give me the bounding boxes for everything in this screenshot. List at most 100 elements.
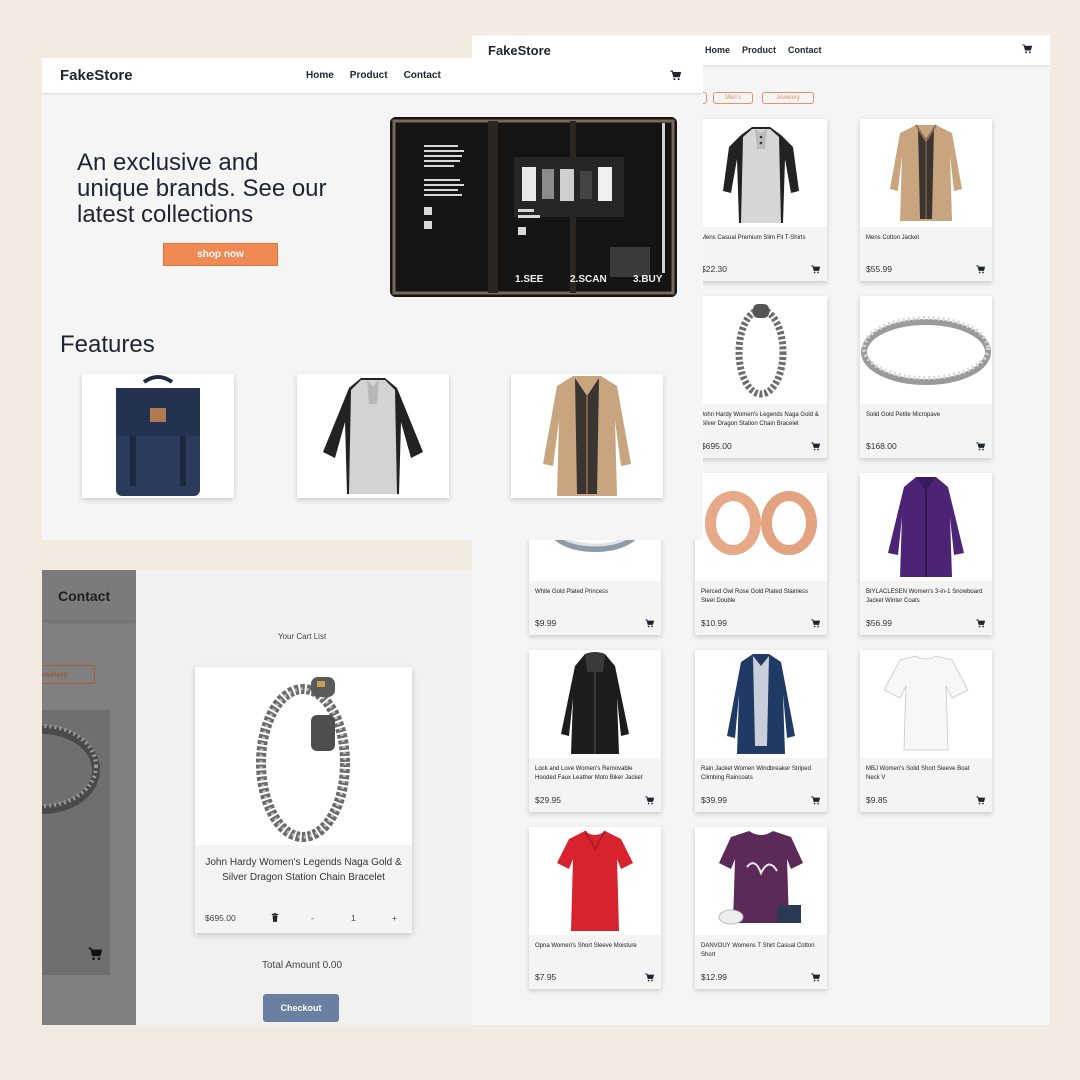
product-title: White Gold Plated Princess (535, 589, 609, 595)
cart-icon[interactable] (88, 947, 102, 961)
product-title: John Hardy Women's Legends Naga Gold & S… (701, 412, 819, 427)
product-image (860, 296, 992, 404)
filter-jewelery[interactable]: Jewelery (762, 92, 814, 104)
product-price: $22.30 (701, 264, 727, 274)
cart-icon[interactable] (976, 796, 985, 805)
product-image (695, 827, 827, 935)
product-price: $168.00 (866, 441, 897, 451)
product-price: $9.99 (535, 618, 557, 628)
product-image (860, 473, 992, 581)
increase-quantity-button[interactable]: + (392, 913, 397, 923)
product-card[interactable]: Solid Gold Petite Micropave $168.00 (860, 296, 992, 458)
product-card[interactable]: Rain Jacket Women Windbreaker Striped Cl… (695, 650, 827, 812)
cart-icon[interactable] (811, 442, 820, 451)
filter-mens[interactable]: Men's (713, 92, 753, 104)
home-page: FakeStore Home Product Contact An exclus… (42, 58, 703, 540)
product-price: $39.99 (701, 795, 727, 805)
cart-icon[interactable] (645, 973, 654, 982)
cart-icon[interactable] (811, 796, 820, 805)
product-image (695, 119, 827, 227)
cart-icon[interactable] (645, 619, 654, 628)
product-card[interactable]: Lock and Love Women's Removable Hooded F… (529, 650, 661, 812)
cart-icon[interactable] (1022, 44, 1032, 54)
hero-headline: An exclusive and unique brands. See our … (77, 149, 327, 228)
dimmed-navbar: Contact (42, 570, 136, 620)
product-card[interactable]: John Hardy Women's Legends Naga Gold & S… (695, 296, 827, 458)
nav-home[interactable]: Home (705, 45, 730, 55)
cart-icon[interactable] (670, 70, 681, 81)
product-title: BIYLACLESEN Women's 3-in-1 Snowboard Jac… (866, 589, 983, 604)
product-title: Lock and Love Women's Removable Hooded F… (535, 766, 643, 781)
nav-links: Home Product Contact (705, 45, 822, 55)
cart-page: Contact Jewelery Your Cart List John Har… (42, 570, 472, 1025)
product-title: DANVOUY Womens T Shirt Casual Cotton Sho… (701, 943, 815, 958)
product-image (529, 827, 661, 935)
nav-links: Home Product Contact (306, 70, 441, 81)
total-amount: Total Amount 0.00 (262, 960, 343, 971)
product-card[interactable]: Opna Women's Short Sleeve Moisture $7.95 (529, 827, 661, 989)
product-card[interactable]: Mens Casual Premium Slim Fit T-Shirts $2… (695, 119, 827, 281)
cart-item-title: John Hardy Women's Legends Naga Gold & S… (205, 857, 402, 883)
product-image (695, 296, 827, 404)
product-price: $9.85 (866, 795, 888, 805)
brand-logo[interactable]: FakeStore (488, 43, 551, 58)
dimmed-background-page: Contact Jewelery (42, 570, 136, 1025)
product-title: Mens Cotton Jacket (866, 235, 920, 241)
nav-contact[interactable]: Contact (404, 70, 441, 81)
feature-jacket[interactable] (511, 374, 663, 498)
feature-tshirt[interactable] (297, 374, 449, 498)
product-price: $56.99 (866, 618, 892, 628)
product-title: Rain Jacket Women Windbreaker Striped Cl… (701, 766, 811, 781)
product-title: Opna Women's Short Sleeve Moisture (535, 943, 637, 949)
brand-logo[interactable]: FakeStore (60, 67, 133, 84)
product-card[interactable]: MBJ Women's Solid Short Sleeve Boat Neck… (860, 650, 992, 812)
product-image (695, 650, 827, 758)
cart-item-image (195, 667, 412, 845)
checkout-button[interactable]: Checkout (263, 994, 339, 1022)
product-image (529, 650, 661, 758)
product-card[interactable]: DANVOUY Womens T Shirt Casual Cotton Sho… (695, 827, 827, 989)
product-price: $10.99 (701, 618, 727, 628)
home-navbar: FakeStore Home Product Contact (42, 58, 703, 93)
features-heading: Features (60, 331, 155, 358)
filter-jewelery[interactable]: Jewelery (42, 665, 95, 684)
cart-list-title: Your Cart List (278, 632, 327, 641)
cart-icon[interactable] (811, 619, 820, 628)
quantity-value: 1 (351, 913, 356, 923)
product-image (695, 473, 827, 581)
product-title: MBJ Women's Solid Short Sleeve Boat Neck… (866, 766, 970, 781)
product-price: $29.95 (535, 795, 561, 805)
cart-icon[interactable] (976, 265, 985, 274)
cart-icon[interactable] (976, 619, 985, 628)
product-image (860, 119, 992, 227)
cart-icon[interactable] (811, 973, 820, 982)
nav-contact[interactable]: Contact (58, 588, 110, 604)
nav-product[interactable]: Product (350, 70, 388, 81)
product-card[interactable]: Pierced Owl Rose Gold Plated Stainless S… (695, 473, 827, 635)
storefront-step-scan: 2.SCAN (570, 274, 607, 285)
cart-item: John Hardy Women's Legends Naga Gold & S… (195, 667, 412, 933)
dimmed-product-card (42, 710, 110, 975)
product-title: Mens Casual Premium Slim Fit T-Shirts (701, 235, 806, 241)
product-price: $7.95 (535, 972, 557, 982)
decrease-quantity-button[interactable]: - (311, 913, 314, 923)
product-card[interactable]: Mens Cotton Jacket $55.99 (860, 119, 992, 281)
trash-icon[interactable] (271, 913, 279, 924)
storefront-step-see: 1.SEE (515, 274, 544, 285)
cart-icon[interactable] (976, 442, 985, 451)
product-title: Pierced Owl Rose Gold Plated Stainless S… (701, 589, 809, 604)
product-image (860, 650, 992, 758)
product-price: $12.99 (701, 972, 727, 982)
nav-contact[interactable]: Contact (788, 45, 822, 55)
cart-icon[interactable] (645, 796, 654, 805)
shop-now-button[interactable]: shop now (163, 243, 278, 266)
feature-backpack[interactable] (82, 374, 234, 498)
cart-icon[interactable] (811, 265, 820, 274)
cart-item-controls: $695.00 - 1 + (205, 913, 402, 925)
nav-product[interactable]: Product (742, 45, 776, 55)
nav-home[interactable]: Home (306, 70, 334, 81)
storefront-step-buy: 3.BUY (633, 274, 663, 285)
storefront-image: 1.SEE 2.SCAN 3.BUY (390, 117, 677, 297)
product-card[interactable]: BIYLACLESEN Women's 3-in-1 Snowboard Jac… (860, 473, 992, 635)
product-title: Solid Gold Petite Micropave (866, 412, 941, 418)
